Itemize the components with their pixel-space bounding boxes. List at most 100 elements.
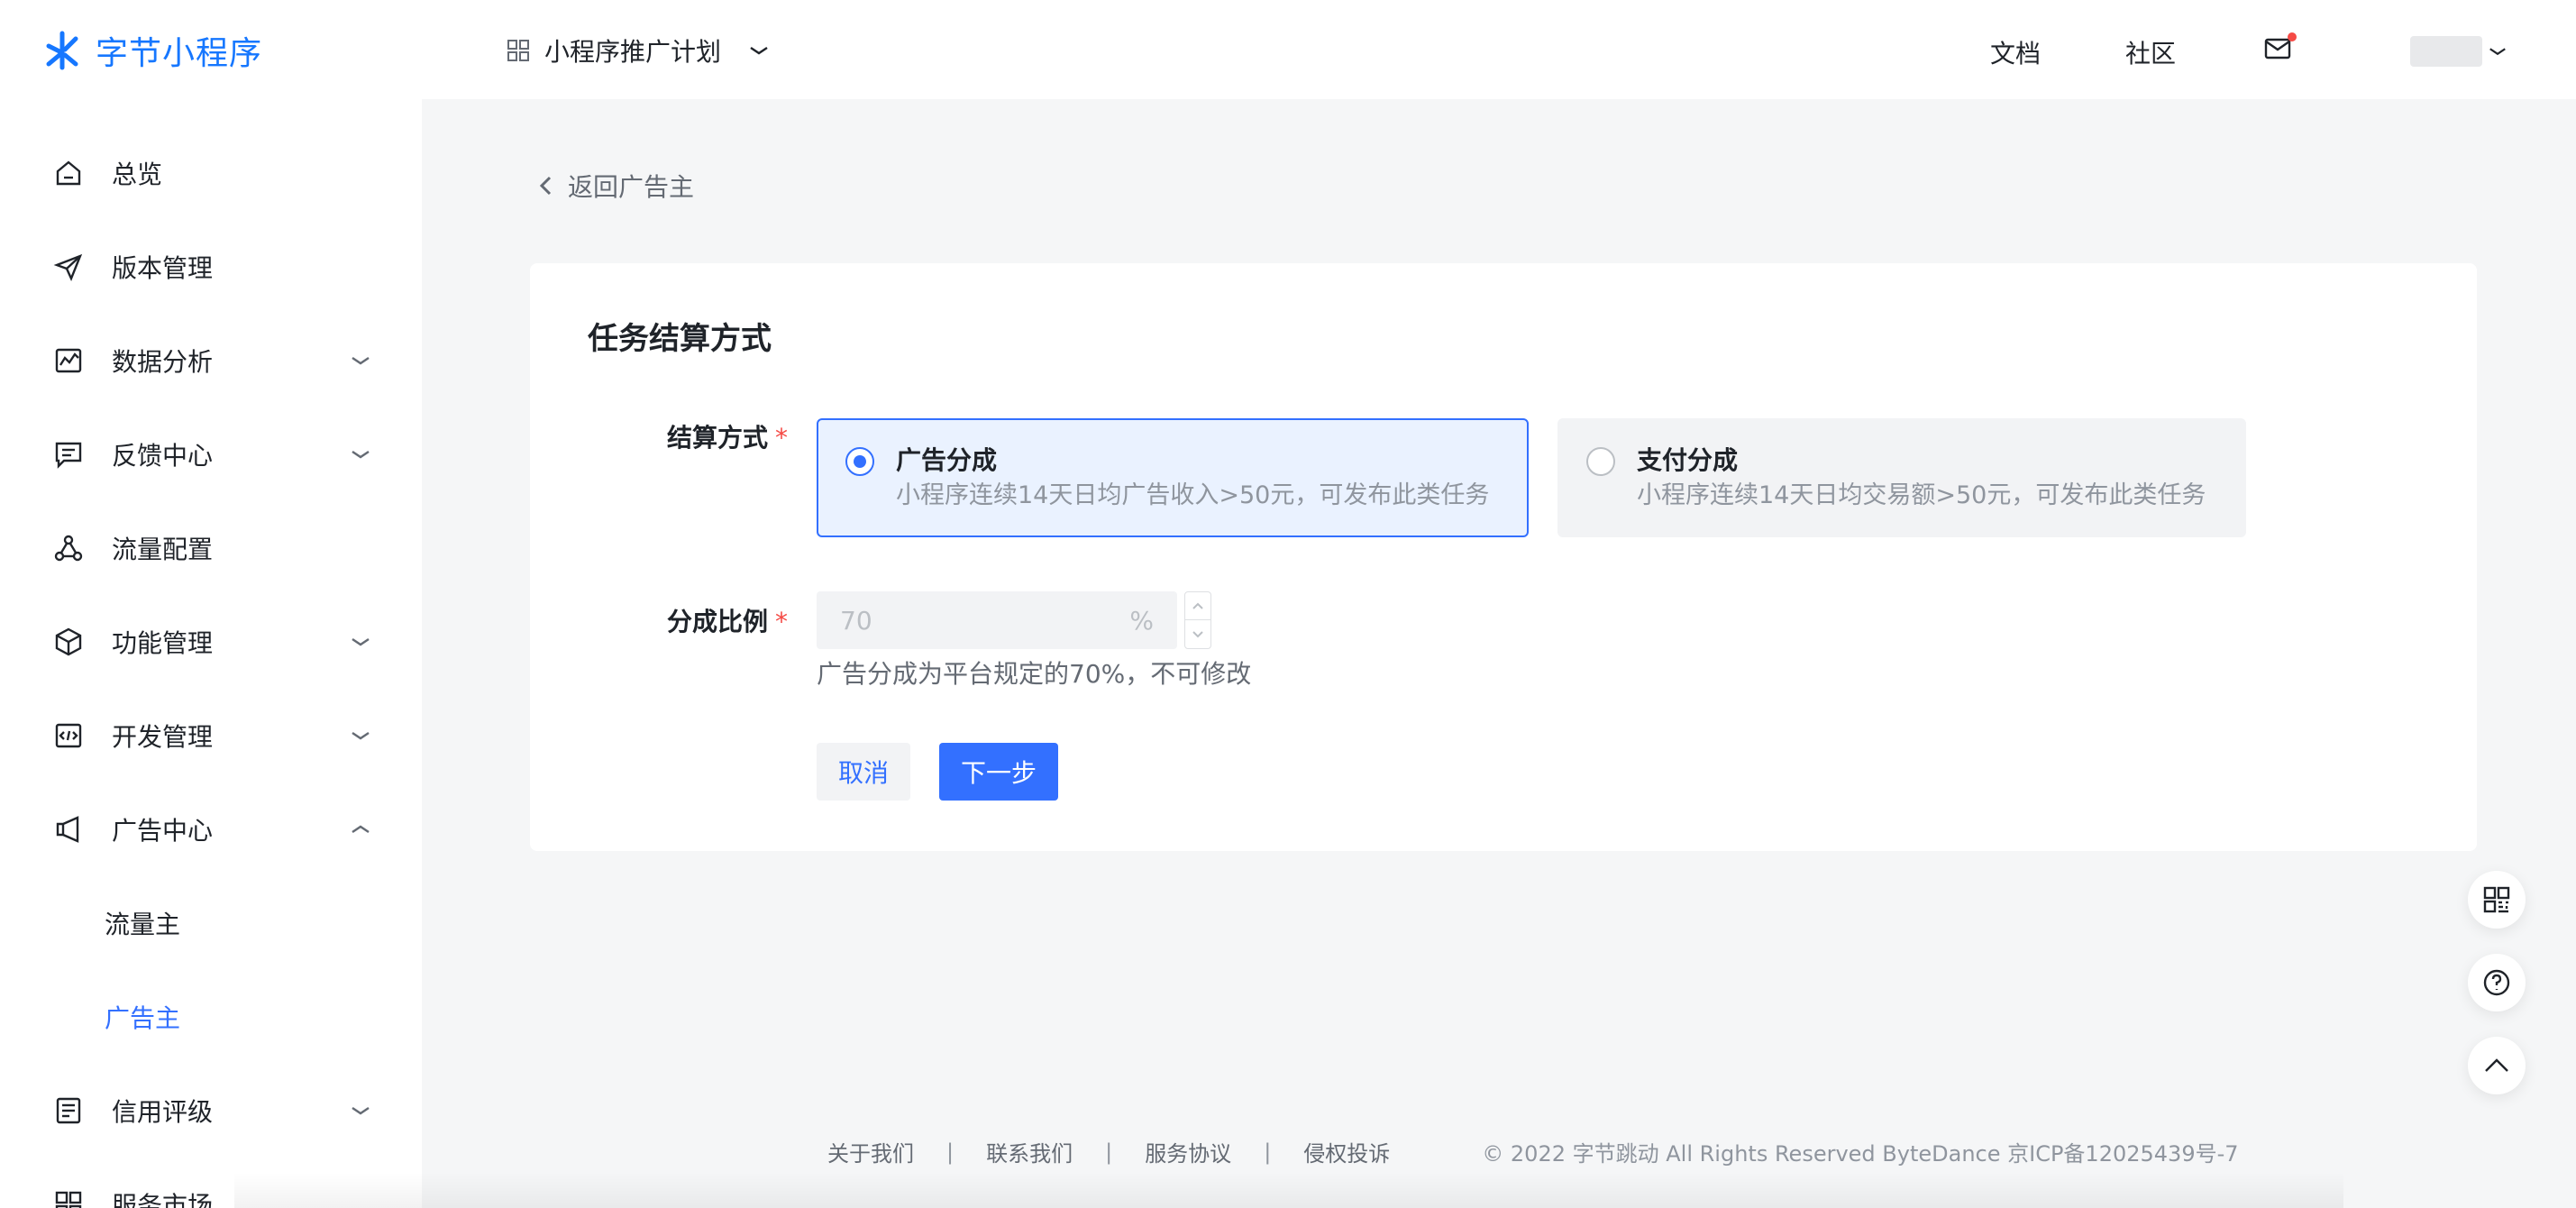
top-bar: 小程序推广计划 文档 社区: [422, 0, 2576, 99]
footer-separator: |: [1105, 1139, 1113, 1165]
chevron-down-icon: [750, 47, 768, 55]
sidebar-item-label: 流量配置: [112, 535, 214, 564]
sidebar-subitem-advertiser[interactable]: 广告主: [0, 970, 422, 1064]
mail-button[interactable]: [2262, 32, 2297, 65]
next-step-button[interactable]: 下一步: [939, 743, 1058, 801]
logo-text: 字节小程序: [96, 35, 263, 72]
page-title: 任务结算方式: [588, 321, 772, 357]
chevron-down-icon: [350, 444, 371, 465]
radio-unchecked[interactable]: [1586, 447, 1615, 476]
option-desc: 小程序连续14天日均交易额>50元，可发布此类任务: [1637, 481, 2206, 509]
cube-icon: [52, 626, 85, 658]
sidebar-item-label: 反馈中心: [112, 441, 214, 471]
project-selector[interactable]: 小程序推广计划: [507, 32, 770, 69]
footer-separator: |: [946, 1139, 955, 1165]
bottom-shade: [234, 1172, 2343, 1208]
chart-icon: [52, 344, 85, 377]
back-to-advertiser-link[interactable]: 返回广告主: [537, 168, 694, 204]
option-ad-share[interactable]: 广告分成 小程序连续14天日均广告收入>50元，可发布此类任务: [817, 418, 1529, 537]
chevron-down-icon[interactable]: [2488, 41, 2507, 61]
ratio-input[interactable]: [840, 591, 1110, 649]
sidebar-item-overview[interactable]: 总览: [0, 126, 422, 220]
grid-icon: [52, 1188, 85, 1208]
sidebar-item-label: 功能管理: [112, 628, 214, 658]
cancel-button[interactable]: 取消: [817, 743, 910, 801]
back-to-top-icon: [2485, 1058, 2508, 1072]
sidebar-item-label: 服务市场: [112, 1191, 214, 1208]
sidebar-item-dev-management[interactable]: 开发管理: [0, 689, 422, 782]
ratio-unit: %: [1129, 606, 1154, 636]
footer-copyright: © 2022 字节跳动 All Rights Reserved ByteDanc…: [1482, 1141, 2239, 1167]
docs-link[interactable]: 文档: [1990, 34, 2041, 70]
logo[interactable]: 字节小程序: [41, 27, 262, 74]
footer-link-contact[interactable]: 联系我们: [986, 1136, 1073, 1167]
sidebar-item-ad-center[interactable]: 广告中心: [0, 782, 422, 876]
sidebar-item-credit-rating[interactable]: 信用评级: [0, 1064, 422, 1158]
required-mark: *: [775, 423, 789, 453]
qr-code-icon: [2483, 886, 2510, 913]
sidebar-item-label: 总览: [112, 160, 163, 189]
chevron-down-icon: [350, 1100, 371, 1121]
footer-link-terms[interactable]: 服务协议: [1145, 1136, 1231, 1167]
sidebar-item-feedback[interactable]: 反馈中心: [0, 407, 422, 501]
sidebar: 字节小程序 总览 版本管理 数据分析 反馈中心 流量配置 功能管理 开发管理 广…: [0, 0, 422, 1208]
ratio-hint: 广告分成为平台规定的70%，不可修改: [817, 659, 1252, 689]
apps-icon: [507, 40, 529, 61]
option-title: 广告分成: [896, 445, 998, 475]
stepper-down-button[interactable]: [1185, 620, 1210, 648]
help-button[interactable]: [2468, 954, 2526, 1011]
settlement-label: 结算方式 *: [667, 418, 788, 454]
sidebar-nav: 总览 版本管理 数据分析 反馈中心 流量配置 功能管理 开发管理 广告中心 流量…: [0, 126, 422, 1208]
logo-mark-icon: [46, 31, 78, 70]
footer-link-about[interactable]: 关于我们: [827, 1136, 914, 1167]
chevron-down-icon: [350, 725, 371, 746]
chevron-down-icon: [350, 631, 371, 653]
footer-separator: |: [1264, 1139, 1272, 1165]
radio-checked[interactable]: [845, 447, 874, 476]
sidebar-item-feature-management[interactable]: 功能管理: [0, 595, 422, 689]
sidebar-item-label: 版本管理: [112, 253, 214, 283]
option-desc: 小程序连续14天日均广告收入>50元，可发布此类任务: [896, 481, 1490, 509]
ratio-label: 分成比例 *: [667, 602, 788, 638]
project-name: 小程序推广计划: [544, 37, 722, 67]
required-mark: *: [775, 607, 789, 636]
sidebar-item-version[interactable]: 版本管理: [0, 220, 422, 314]
chevron-up-icon: [350, 819, 371, 840]
message-icon: [52, 438, 85, 471]
chevron-up-icon: [1192, 602, 1203, 609]
back-label: 返回广告主: [568, 172, 695, 202]
ratio-label-text: 分成比例: [667, 607, 769, 636]
qr-code-button[interactable]: [2468, 871, 2526, 929]
notification-dot: [2288, 32, 2297, 41]
back-to-top-button[interactable]: [2468, 1037, 2526, 1094]
sidebar-item-label: 信用评级: [112, 1097, 214, 1127]
chevron-left-icon: [539, 176, 552, 196]
sidebar-subitem-traffic-owner[interactable]: 流量主: [0, 876, 422, 970]
community-link[interactable]: 社区: [2125, 34, 2176, 70]
settlement-card: 任务结算方式 结算方式 * 广告分成 小程序连续14天日均广告收入>50元，可发布…: [530, 263, 2477, 851]
help-icon: [2483, 969, 2510, 996]
stepper-up-button[interactable]: [1185, 592, 1210, 620]
send-icon: [52, 251, 85, 283]
home-icon: [52, 157, 85, 189]
ratio-input-wrapper: %: [817, 591, 1177, 649]
settlement-label-text: 结算方式: [667, 423, 769, 453]
avatar[interactable]: [2410, 36, 2482, 67]
chevron-down-icon: [350, 350, 371, 371]
footer: 关于我们 | 联系我们 | 服务协议 | 侵权投诉 © 2022 字节跳动 Al…: [827, 1136, 2239, 1167]
chevron-down-icon: [1192, 630, 1203, 637]
option-title: 支付分成: [1637, 445, 1739, 475]
option-payment-share[interactable]: 支付分成 小程序连续14天日均交易额>50元，可发布此类任务: [1557, 418, 2246, 537]
share-icon: [52, 532, 85, 564]
sidebar-item-label: 开发管理: [112, 722, 214, 752]
sidebar-item-label: 数据分析: [112, 347, 214, 377]
footer-link-infringement[interactable]: 侵权投诉: [1303, 1136, 1390, 1167]
ratio-stepper: [1184, 591, 1211, 649]
document-icon: [52, 1094, 85, 1127]
code-icon: [52, 719, 85, 752]
megaphone-icon: [52, 813, 85, 846]
sidebar-item-data-analysis[interactable]: 数据分析: [0, 314, 422, 407]
sidebar-item-label: 广告中心: [112, 816, 214, 846]
sidebar-item-traffic-config[interactable]: 流量配置: [0, 501, 422, 595]
sidebar-item-service-market[interactable]: 服务市场: [0, 1158, 422, 1208]
